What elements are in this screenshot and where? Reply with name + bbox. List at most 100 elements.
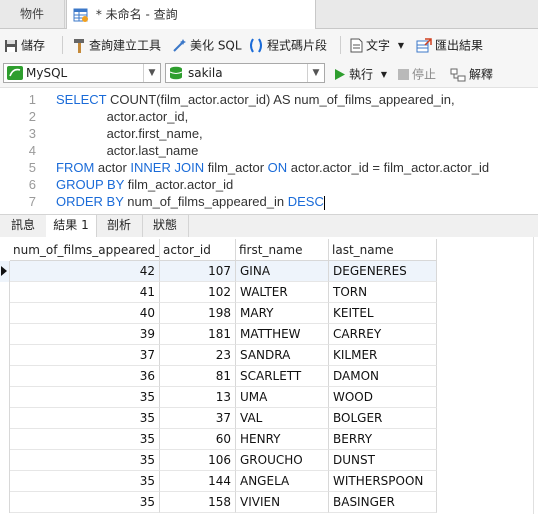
table-cell[interactable]: 37 (10, 345, 160, 366)
table-cell[interactable]: 41 (10, 282, 160, 303)
table-cell[interactable]: KEITEL (329, 303, 437, 324)
row-selector[interactable] (0, 492, 10, 513)
table-cell[interactable]: SCARLETT (236, 366, 329, 387)
column-header[interactable]: actor_id (160, 239, 236, 261)
table-cell[interactable]: VAL (236, 408, 329, 429)
table-cell[interactable]: UMA (236, 387, 329, 408)
table-cell[interactable]: DUNST (329, 450, 437, 471)
table-cell[interactable]: WITHERSPOON (329, 471, 437, 492)
table-cell[interactable]: DAMON (329, 366, 437, 387)
query-builder-button[interactable]: 查詢建立工具 (72, 34, 161, 56)
table-cell[interactable]: WALTER (236, 282, 329, 303)
table-cell[interactable]: HENRY (236, 429, 329, 450)
table-cell[interactable]: 35 (10, 429, 160, 450)
sql-editor[interactable]: 1 SELECT COUNT(film_actor.actor_id) AS nu… (0, 88, 538, 214)
table-cell[interactable]: MATTHEW (236, 324, 329, 345)
chevron-down-icon[interactable]: ▼ (143, 64, 160, 82)
row-selector[interactable] (0, 303, 10, 324)
table-cell[interactable]: MARY (236, 303, 329, 324)
row-selector[interactable] (0, 324, 10, 345)
table-cell[interactable]: DEGENERES (329, 261, 437, 282)
table-cell[interactable]: GROUCHO (236, 450, 329, 471)
table-cell[interactable]: ANGELA (236, 471, 329, 492)
table-cell[interactable]: 181 (160, 324, 236, 345)
table-cell[interactable]: 35 (10, 492, 160, 513)
tab-status[interactable]: 狀態 (142, 215, 189, 237)
tab-query[interactable]: * 未命名 - 查詢 (66, 0, 316, 29)
table-cell[interactable]: TORN (329, 282, 437, 303)
column-header[interactable]: first_name (236, 239, 329, 261)
connection-select[interactable]: MySQL ▼ (3, 63, 161, 83)
table-cell[interactable]: BERRY (329, 429, 437, 450)
save-button[interactable]: 儲存 (4, 34, 45, 56)
chevron-down-icon[interactable]: ▼ (307, 64, 324, 82)
table-cell[interactable]: 23 (160, 345, 236, 366)
tab-profile[interactable]: 剖析 (96, 215, 143, 237)
table-row[interactable]: 40 198 MARY KEITEL (0, 303, 538, 324)
table-row[interactable]: 35 158 VIVIEN BASINGER (0, 492, 538, 513)
tab-objects[interactable]: 物件 (0, 0, 65, 28)
table-cell[interactable]: VIVIEN (236, 492, 329, 513)
row-selector[interactable] (0, 429, 10, 450)
run-button[interactable]: 執行 ▼ (334, 65, 387, 83)
brackets-icon (250, 38, 262, 53)
table-cell[interactable]: 35 (10, 408, 160, 429)
table-cell[interactable]: 40 (10, 303, 160, 324)
table-cell[interactable]: SANDRA (236, 345, 329, 366)
table-cell[interactable]: 102 (160, 282, 236, 303)
table-cell[interactable]: GINA (236, 261, 329, 282)
table-cell[interactable]: 107 (160, 261, 236, 282)
row-selector[interactable] (0, 261, 10, 282)
row-selector[interactable] (0, 282, 10, 303)
table-cell[interactable]: 60 (160, 429, 236, 450)
table-row[interactable]: 36 81 SCARLETT DAMON (0, 366, 538, 387)
table-row[interactable]: 35 144 ANGELA WITHERSPOON (0, 471, 538, 492)
code-snippets-button[interactable]: 程式碼片段 (248, 34, 327, 56)
database-select[interactable]: sakila ▼ (165, 63, 325, 83)
result-grid[interactable]: num_of_films_appeared_in actor_id first_… (0, 237, 538, 514)
table-row[interactable]: 37 23 SANDRA KILMER (0, 345, 538, 366)
table-cell[interactable]: 144 (160, 471, 236, 492)
table-cell[interactable]: BASINGER (329, 492, 437, 513)
explain-button[interactable]: 解釋 (450, 65, 493, 83)
table-cell[interactable]: 158 (160, 492, 236, 513)
table-cell[interactable]: 36 (10, 366, 160, 387)
beautify-sql-button[interactable]: 美化 SQL (172, 34, 242, 56)
row-selector[interactable] (0, 387, 10, 408)
table-row[interactable]: 35 37 VAL BOLGER (0, 408, 538, 429)
sql-text: actor.last_name (56, 143, 199, 158)
row-selector[interactable] (0, 408, 10, 429)
table-cell[interactable]: 106 (160, 450, 236, 471)
sql-text: film_actor (204, 160, 268, 175)
table-cell[interactable]: 35 (10, 471, 160, 492)
tab-messages[interactable]: 訊息 (0, 215, 47, 237)
column-header[interactable]: last_name (329, 239, 437, 261)
row-selector[interactable] (0, 345, 10, 366)
tab-result-1[interactable]: 結果 1 (46, 215, 97, 238)
table-cell[interactable]: 42 (10, 261, 160, 282)
text-button[interactable]: 文字 ▼ (350, 34, 404, 56)
table-cell[interactable]: 37 (160, 408, 236, 429)
table-row[interactable]: 35 13 UMA WOOD (0, 387, 538, 408)
table-cell[interactable]: WOOD (329, 387, 437, 408)
table-cell[interactable]: 39 (10, 324, 160, 345)
table-cell[interactable]: 81 (160, 366, 236, 387)
row-selector[interactable] (0, 450, 10, 471)
table-row[interactable]: 41 102 WALTER TORN (0, 282, 538, 303)
table-cell[interactable]: 35 (10, 387, 160, 408)
stop-button[interactable]: 停止 (398, 65, 436, 83)
row-selector[interactable] (0, 471, 10, 492)
row-selector[interactable] (0, 366, 10, 387)
table-cell[interactable]: 35 (10, 450, 160, 471)
table-row[interactable]: 35 60 HENRY BERRY (0, 429, 538, 450)
table-cell[interactable]: 198 (160, 303, 236, 324)
table-cell[interactable]: 13 (160, 387, 236, 408)
table-row[interactable]: 35 106 GROUCHO DUNST (0, 450, 538, 471)
table-cell[interactable]: CARREY (329, 324, 437, 345)
table-cell[interactable]: KILMER (329, 345, 437, 366)
column-header[interactable]: num_of_films_appeared_in (10, 239, 160, 261)
table-cell[interactable]: BOLGER (329, 408, 437, 429)
table-row[interactable]: 39 181 MATTHEW CARREY (0, 324, 538, 345)
table-row[interactable]: 42 107 GINA DEGENERES (0, 261, 538, 282)
export-results-button[interactable]: 匯出結果 (416, 34, 483, 56)
